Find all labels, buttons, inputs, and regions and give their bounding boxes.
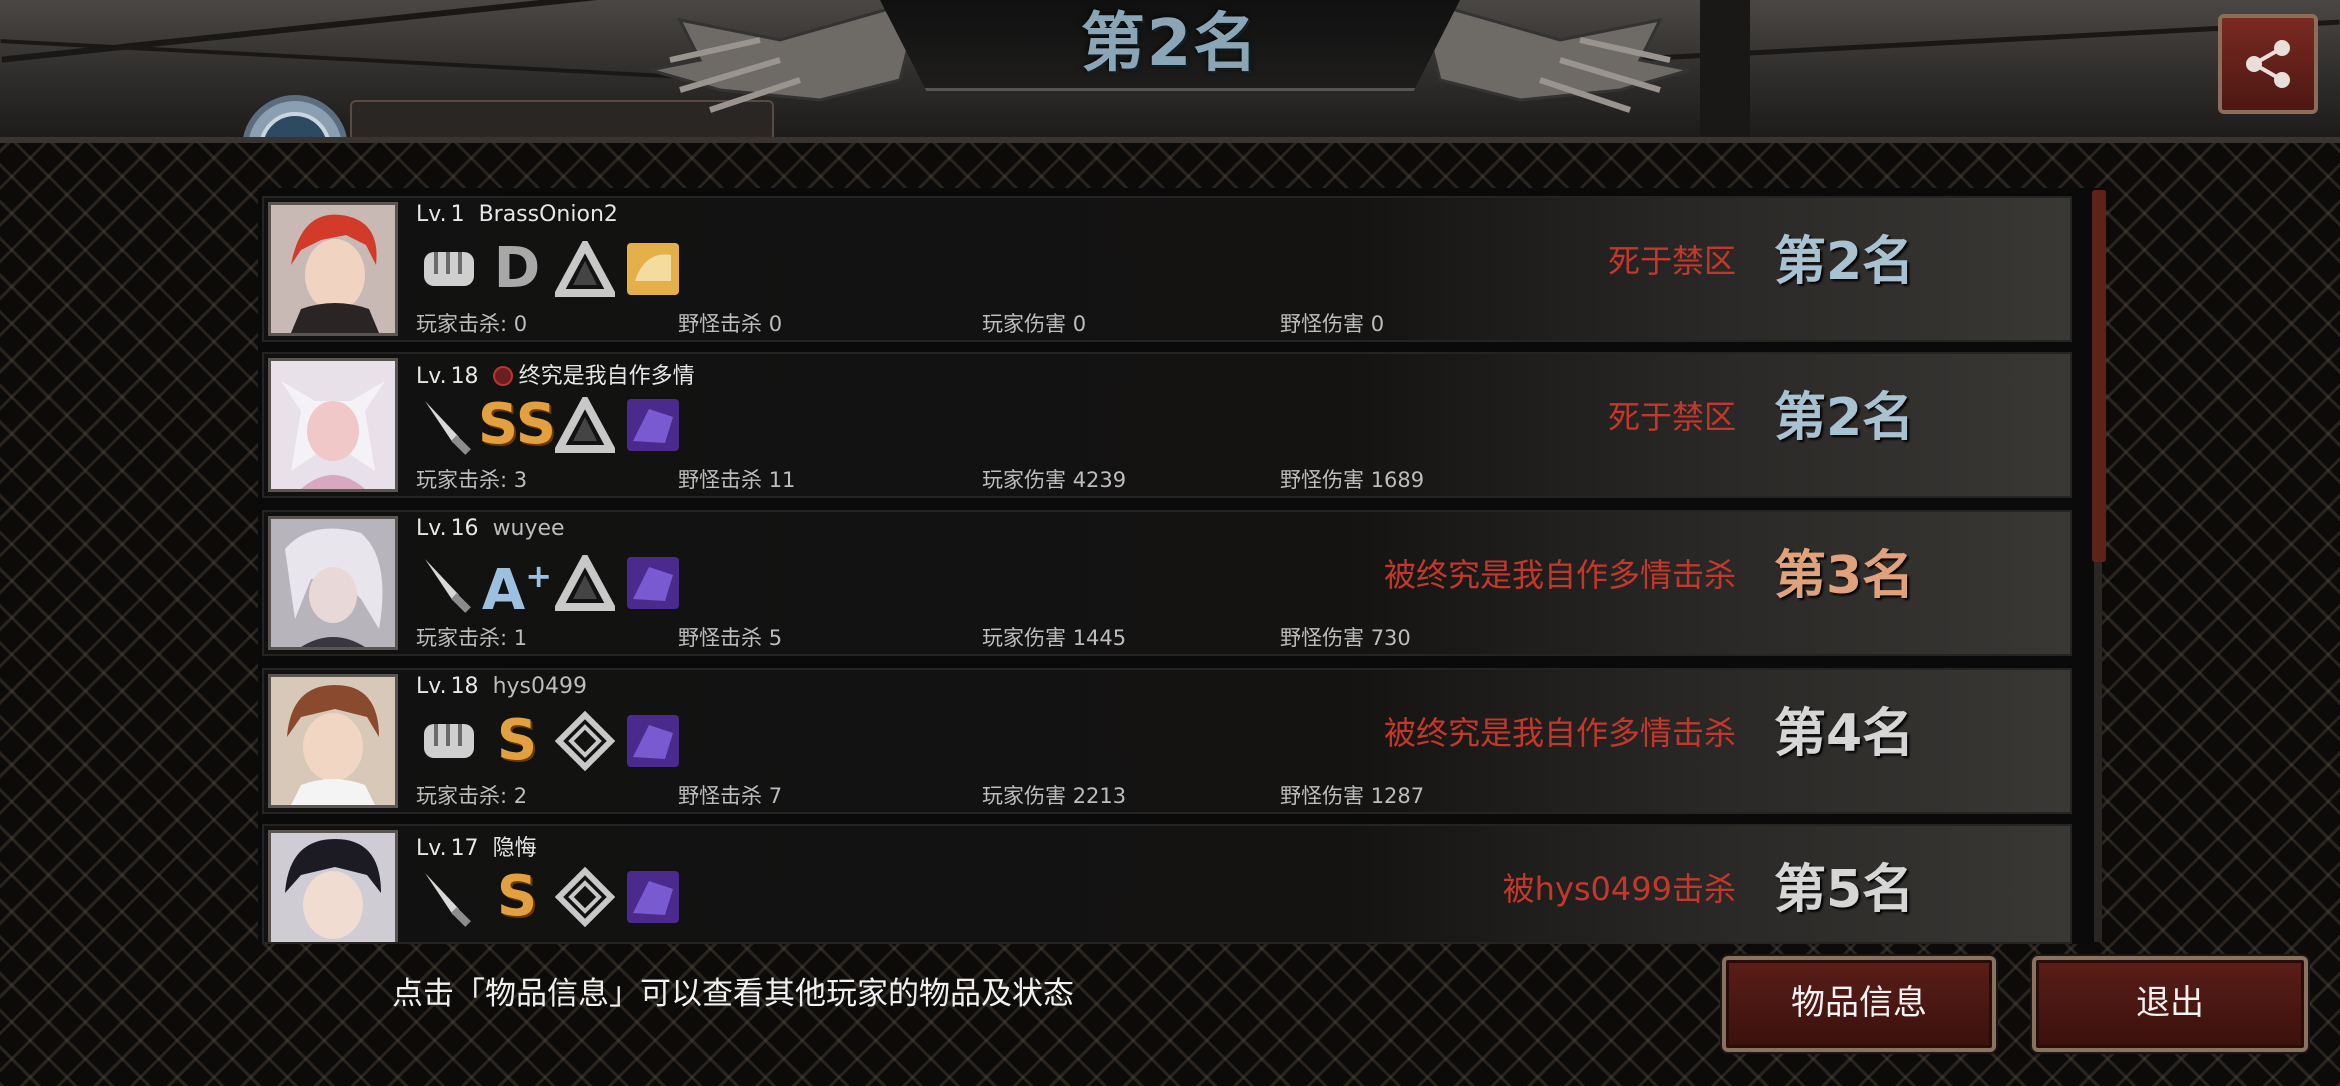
black-hair-character-portrait: [271, 833, 395, 942]
player-kills-stat: 玩家击杀: 3: [416, 468, 528, 492]
monster-damage-stat: 野怪伤害 1287: [1280, 784, 1425, 808]
item-info-button[interactable]: 物品信息: [1722, 956, 1996, 1052]
monster-kills-stat: 野怪击杀 11: [678, 468, 796, 492]
level-label: Lv.: [416, 202, 447, 227]
player-level-name: Lv. 18 hys0499: [416, 674, 587, 699]
triangle-emblem-icon: [552, 236, 618, 302]
red-hair-character-portrait: [271, 205, 395, 333]
result-row[interactable]: Lv. 18 终究是我自作多情 SS 玩家击杀: 3 野怪击杀 11 玩家伤害 42…: [262, 352, 2072, 498]
result-row[interactable]: Lv. 16 wuyee A+ 玩家击杀: 1 野怪击杀 5 玩家伤害 1445 野…: [262, 510, 2072, 656]
player-name: wuyee: [492, 516, 565, 541]
knife-icon: [416, 550, 482, 616]
player-name: 隐悔: [492, 836, 537, 861]
rank-label: 第3名: [1774, 546, 1915, 606]
diamond-emblem-icon: [552, 708, 618, 774]
hint-text: 点击「物品信息」可以查看其他玩家的物品及状态: [392, 976, 1074, 1012]
result-row[interactable]: Lv. 1 BrassOnion2 D 玩家击杀: 0 野怪击杀 0 玩家伤害 0 …: [262, 196, 2072, 342]
grade-badge: D: [493, 236, 541, 301]
monster-damage-stat: 野怪伤害 730: [1280, 626, 1411, 650]
scrollbar-thumb[interactable]: [2092, 190, 2106, 562]
death-cause: 被终究是我自作多情击杀: [1383, 556, 1736, 594]
grade-badge: S: [496, 864, 538, 929]
player-kills-stat: 玩家击杀: 2: [416, 784, 528, 808]
avatar: [268, 830, 398, 942]
purple-creature-item-icon: [620, 392, 686, 458]
guild-emblem-icon: [492, 366, 513, 386]
brown-hair-character-portrait: [271, 677, 395, 805]
result-row[interactable]: Lv. 17 隐悔 S 被hys0499击杀 第5名: [262, 824, 2072, 944]
player-name: hys0499: [492, 674, 587, 699]
diamond-emblem-icon: [552, 864, 618, 930]
monster-kills-stat: 野怪击杀 5: [678, 626, 783, 650]
monster-damage-stat: 野怪伤害 1689: [1280, 468, 1425, 492]
avatar: [268, 202, 398, 336]
bread-item-icon: [620, 236, 686, 302]
exit-button[interactable]: 退出: [2032, 956, 2308, 1052]
rank-label: 第2名: [1774, 388, 1915, 448]
player-level-name: Lv. 17 隐悔: [416, 836, 537, 861]
right-revolver-wing-icon: [1420, 0, 1691, 113]
avatar: [268, 516, 398, 650]
avatar: [268, 358, 398, 492]
avatar: [268, 674, 398, 808]
purple-creature-item-icon: [620, 708, 686, 774]
rank-label: 第5名: [1774, 860, 1915, 920]
share-icon: [2246, 40, 2290, 88]
left-revolver-wing-icon: [649, 0, 920, 113]
rank-label: 第4名: [1774, 704, 1915, 764]
grade-badge: SS: [477, 392, 557, 457]
page-title: 第2名: [1080, 7, 1260, 81]
death-cause: 被hys0499击杀: [1502, 870, 1736, 908]
monster-kills-stat: 野怪击杀 7: [678, 784, 783, 808]
death-cause: 被终究是我自作多情击杀: [1383, 714, 1736, 752]
knife-icon: [416, 392, 482, 458]
player-level-name: Lv. 16 wuyee: [416, 516, 565, 541]
grade-badge: A+: [481, 556, 553, 623]
player-kills-stat: 玩家击杀: 1: [416, 626, 528, 650]
rank-label: 第2名: [1774, 232, 1915, 292]
purple-creature-item-icon: [620, 864, 686, 930]
player-kills-stat: 玩家击杀: 0: [416, 312, 528, 336]
triangle-emblem-icon: [552, 392, 618, 458]
monster-kills-stat: 野怪击杀 0: [678, 312, 783, 336]
knife-icon: [416, 864, 482, 930]
share-button[interactable]: [2218, 14, 2318, 114]
white-hair-character-portrait: [271, 361, 395, 489]
triangle-emblem-icon: [552, 550, 618, 616]
player-damage-stat: 玩家伤害 0: [982, 312, 1087, 336]
fist-icon: [416, 708, 482, 774]
grey-hair-character-portrait: [271, 519, 395, 647]
player-name: BrassOnion2: [478, 202, 618, 227]
grade-badge: S: [496, 708, 538, 773]
player-damage-stat: 玩家伤害 4239: [982, 468, 1127, 492]
level-value: 1: [450, 202, 465, 227]
player-level-name: Lv. 18 终究是我自作多情: [416, 364, 695, 389]
monster-damage-stat: 野怪伤害 0: [1280, 312, 1385, 336]
result-row[interactable]: Lv. 18 hys0499 S 玩家击杀: 2 野怪击杀 7 玩家伤害 2213 …: [262, 668, 2072, 814]
death-cause: 死于禁区: [1607, 398, 1736, 436]
player-name: 终究是我自作多情: [518, 364, 695, 389]
death-cause: 死于禁区: [1607, 242, 1736, 280]
player-damage-stat: 玩家伤害 2213: [982, 784, 1127, 808]
fist-icon: [416, 236, 482, 302]
player-level-name: Lv. 1 BrassOnion2: [416, 202, 618, 227]
purple-creature-item-icon: [620, 550, 686, 616]
player-damage-stat: 玩家伤害 1445: [982, 626, 1127, 650]
